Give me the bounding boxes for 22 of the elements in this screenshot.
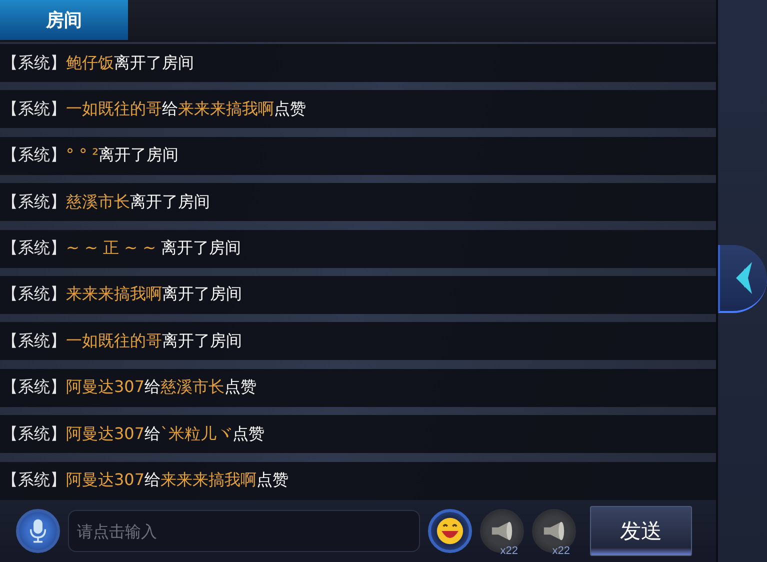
- emoji-button[interactable]: [428, 509, 472, 553]
- message-text: 【系统】阿曼达307给慈溪市长点赞: [2, 377, 257, 398]
- room-tab[interactable]: 房间: [0, 0, 128, 40]
- collapse-button[interactable]: [718, 245, 767, 313]
- message-text: 【系统】阿曼达307给`米粒儿ヾ点赞: [2, 424, 265, 445]
- message-input[interactable]: 请点击输入: [68, 510, 420, 552]
- microphone-icon: [29, 518, 47, 544]
- horn-button[interactable]: x22: [532, 509, 576, 553]
- send-button[interactable]: 发送: [590, 506, 692, 556]
- message-text: 【系统】一如既往的哥给来来来搞我啊点赞: [2, 98, 306, 120]
- message-text: 【系统】来来来搞我啊离开了房间: [2, 284, 242, 306]
- horn-button[interactable]: x22: [480, 509, 524, 553]
- message-text: 【系统】° ° ²离开了房间: [2, 145, 179, 166]
- message-text: 【系统】鲍仔饭离开了房间: [2, 52, 194, 74]
- message-text: 【系统】慈溪市长离开了房间: [2, 192, 210, 213]
- message-text: 【系统】~ ~ 正 ~ ~ 离开了房间: [2, 238, 242, 260]
- smiley-icon: [436, 517, 464, 545]
- message-text: 【系统】阿曼达307给来来来搞我啊点赞: [2, 470, 289, 492]
- microphone-button[interactable]: [16, 509, 60, 553]
- megaphone-icon: [541, 520, 567, 542]
- megaphone-icon: [489, 520, 515, 542]
- message-text: 【系统】一如既往的哥离开了房间: [2, 330, 242, 352]
